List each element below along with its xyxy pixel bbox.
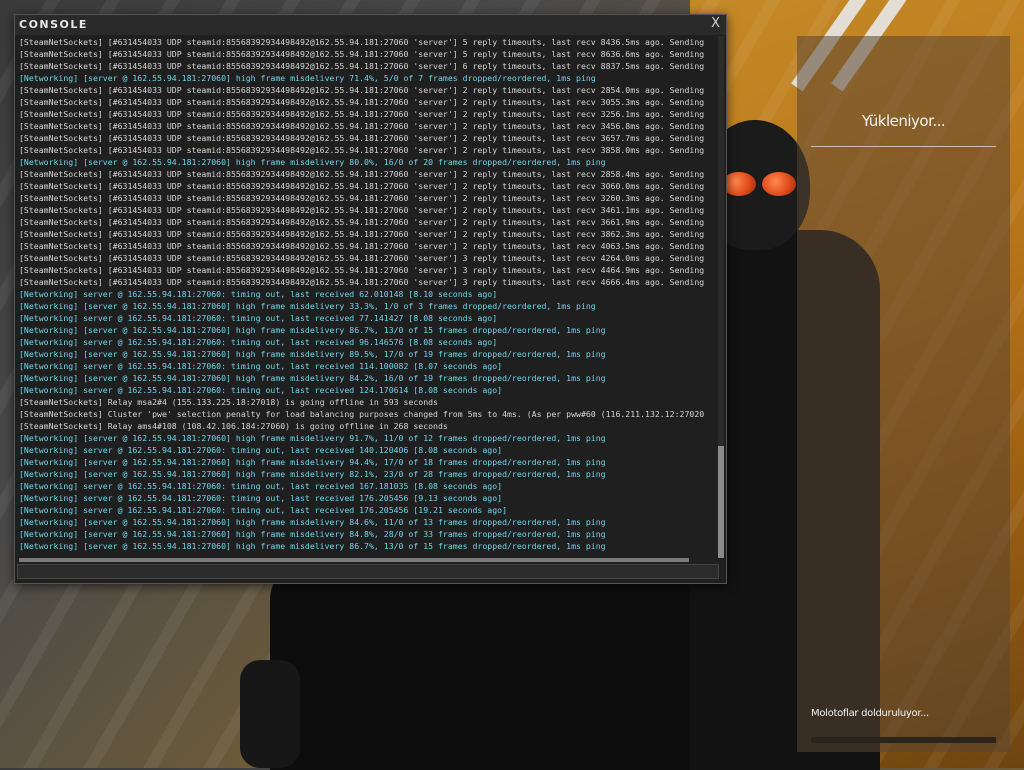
console-log-line: [Networking] [server @ 162.55.94.181:270… [19, 433, 606, 443]
console-log-line: [Networking] server @ 162.55.94.181:2706… [19, 289, 498, 299]
console-log-line: [Networking] [server @ 162.55.94.181:270… [19, 349, 606, 359]
console-log-line: [SteamNetSockets] [#631454033 UDP steami… [19, 229, 705, 239]
loading-progress-bar [811, 737, 996, 743]
console-log-line: [SteamNetSockets] [#631454033 UDP steami… [19, 169, 705, 179]
console-log[interactable]: [SteamNetSockets] [#631454033 UDP steami… [19, 36, 719, 558]
console-log-line: [Networking] [server @ 162.55.94.181:270… [19, 73, 596, 83]
console-log-line: [SteamNetSockets] [#631454033 UDP steami… [19, 265, 705, 275]
console-log-line: [SteamNetSockets] [#631454033 UDP steami… [19, 37, 705, 47]
goggles-icon [722, 172, 796, 200]
scrollbar-thumb[interactable] [718, 446, 724, 558]
console-log-line: [SteamNetSockets] [#631454033 UDP steami… [19, 277, 705, 287]
console-log-line: [Networking] [server @ 162.55.94.181:270… [19, 517, 606, 527]
close-icon[interactable]: X [711, 16, 720, 31]
console-log-line: [Networking] server @ 162.55.94.181:2706… [19, 361, 503, 371]
console-log-line: [Networking] [server @ 162.55.94.181:270… [19, 469, 606, 479]
console-log-line: [Networking] server @ 162.55.94.181:2706… [19, 445, 503, 455]
console-log-line: [SteamNetSockets] [#631454033 UDP steami… [19, 49, 705, 59]
loading-status: Molotoflar dolduruluyor... [811, 708, 929, 719]
console-log-line: [Networking] [server @ 162.55.94.181:270… [19, 457, 606, 467]
console-title: CONSOLE [19, 18, 88, 31]
console-vertical-scrollbar[interactable] [718, 36, 724, 558]
loading-panel: Yükleniyor... Molotoflar dolduruluyor... [797, 36, 1010, 752]
console-log-line: [SteamNetSockets] [#631454033 UDP steami… [19, 253, 705, 263]
console-log-line: [SteamNetSockets] [#631454033 UDP steami… [19, 61, 705, 71]
console-log-line: [Networking] [server @ 162.55.94.181:270… [19, 373, 606, 383]
console-log-line: [SteamNetSockets] [#631454033 UDP steami… [19, 181, 705, 191]
console-log-line: [SteamNetSockets] [#631454033 UDP steami… [19, 85, 705, 95]
console-log-line: [SteamNetSockets] Relay msa2#4 (155.133.… [19, 397, 438, 407]
loading-title: Yükleniyor... [861, 112, 946, 130]
console-log-line: [Networking] server @ 162.55.94.181:2706… [19, 313, 498, 323]
console-log-line: [Networking] [server @ 162.55.94.181:270… [19, 541, 606, 551]
console-log-line: [SteamNetSockets] [#631454033 UDP steami… [19, 133, 705, 143]
goggle-lens [762, 172, 796, 196]
console-log-line: [Networking] [server @ 162.55.94.181:270… [19, 529, 606, 539]
console-log-line: [Networking] server @ 162.55.94.181:2706… [19, 493, 503, 503]
console-log-line: [SteamNetSockets] [#631454033 UDP steami… [19, 145, 705, 155]
console-log-line: [SteamNetSockets] Relay ams4#108 (108.42… [19, 421, 448, 431]
console-log-line: [Networking] server @ 162.55.94.181:2706… [19, 481, 503, 491]
console-log-line: [Networking] [server @ 162.55.94.181:270… [19, 325, 606, 335]
console-log-line: [SteamNetSockets] [#631454033 UDP steami… [19, 109, 705, 119]
console-log-line: [SteamNetSockets] [#631454033 UDP steami… [19, 205, 705, 215]
console-log-line: [Networking] server @ 162.55.94.181:2706… [19, 385, 503, 395]
console-log-line: [SteamNetSockets] [#631454033 UDP steami… [19, 97, 705, 107]
goggle-lens [722, 172, 756, 196]
console-log-line: [SteamNetSockets] [#631454033 UDP steami… [19, 241, 705, 251]
console-log-line: [SteamNetSockets] [#631454033 UDP steami… [19, 193, 705, 203]
console-log-line: [SteamNetSockets] [#631454033 UDP steami… [19, 217, 705, 227]
character-silhouette-arm [240, 660, 300, 768]
console-title-bar[interactable]: CONSOLE X [15, 15, 726, 35]
console-log-line: [Networking] server @ 162.55.94.181:2706… [19, 337, 498, 347]
divider [811, 146, 996, 147]
console-log-line: [SteamNetSockets] [#631454033 UDP steami… [19, 121, 705, 131]
console-log-line: [Networking] [server @ 162.55.94.181:270… [19, 301, 596, 311]
console-log-line: [Networking] [server @ 162.55.94.181:270… [19, 157, 606, 167]
console-log-line: [Networking] server @ 162.55.94.181:2706… [19, 505, 507, 515]
character-silhouette-lower [270, 560, 690, 770]
console-input[interactable] [17, 564, 719, 579]
console-window[interactable]: CONSOLE X [SteamNetSockets] [#631454033 … [14, 14, 727, 584]
console-horizontal-scrollbar[interactable] [19, 558, 689, 562]
console-log-line: [SteamNetSockets] Cluster 'pwe' selectio… [19, 409, 705, 419]
